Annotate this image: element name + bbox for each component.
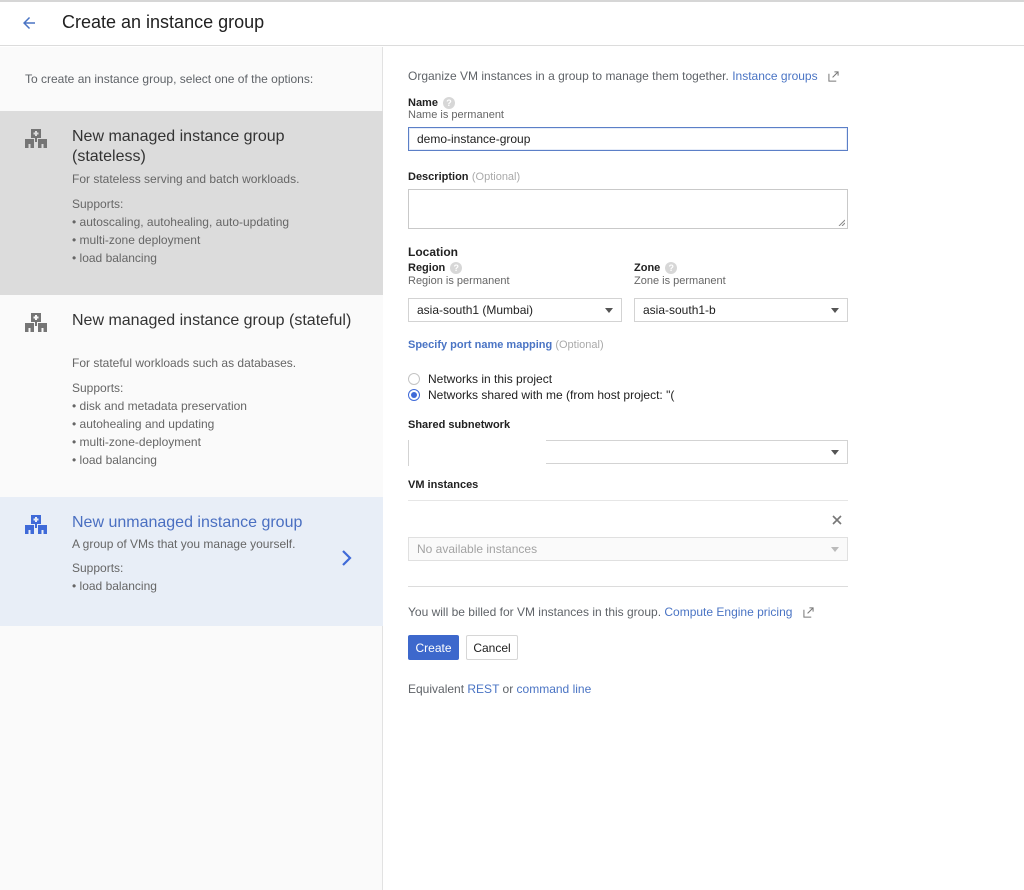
option-supports: Supports: • load balancing (72, 559, 157, 595)
caret-down-icon (605, 308, 613, 313)
supports-item: • load balancing (72, 251, 157, 265)
form-intro: Organize VM instances in a group to mana… (408, 69, 839, 83)
vm-instances-select[interactable]: No available instances (408, 537, 848, 561)
instance-groups-link[interactable]: Instance groups (732, 69, 817, 83)
region-select[interactable]: asia-south1 (Mumbai) (408, 298, 622, 322)
region-label: Region? (408, 260, 463, 274)
help-icon[interactable]: ? (665, 261, 678, 274)
radio-button[interactable] (408, 373, 420, 385)
option-description: A group of VMs that you manage yourself. (72, 537, 296, 551)
help-icon[interactable]: ? (442, 96, 455, 109)
supports-item: • disk and metadata preservation (72, 399, 247, 413)
redacted-area (408, 440, 546, 466)
radio-networks-project[interactable]: Networks in this project (408, 372, 552, 386)
close-icon[interactable] (832, 515, 842, 525)
divider (408, 500, 848, 501)
option-supports: Supports: • disk and metadata preservati… (72, 379, 247, 469)
top-bar: Create an instance group (0, 0, 1024, 46)
zone-label: Zone? (634, 260, 678, 274)
supports-item: • multi-zone-deployment (72, 435, 201, 449)
option-title: New unmanaged instance group (72, 514, 303, 531)
supports-label: Supports: (72, 561, 124, 575)
option-description: For stateful workloads such as databases… (72, 356, 297, 370)
supports-item: • load balancing (72, 579, 157, 593)
caret-down-icon (831, 547, 839, 552)
description-textarea[interactable] (408, 189, 848, 229)
option-description: For stateless serving and batch workload… (72, 172, 300, 186)
supports-label: Supports: (72, 197, 124, 211)
radio-button[interactable] (408, 389, 420, 401)
supports-item: • load balancing (72, 453, 157, 467)
option-title: New managed instance group (stateful) (72, 312, 352, 329)
billing-note: You will be billed for VM instances in t… (408, 605, 814, 619)
resize-handle-icon[interactable] (838, 219, 845, 226)
location-label: Location (408, 245, 458, 259)
caret-down-icon (831, 308, 839, 313)
radio-networks-shared[interactable]: Networks shared with me (from host proje… (408, 388, 676, 402)
shared-subnetwork-label: Shared subnetwork (408, 419, 511, 431)
divider (408, 586, 848, 587)
port-mapping-link[interactable]: Specify port name mapping (408, 339, 552, 351)
shared-subnetwork-select[interactable] (408, 440, 848, 466)
supports-item: • multi-zone deployment (72, 233, 201, 247)
supports-item: • autoscaling, autohealing, auto-updatin… (72, 215, 290, 229)
help-icon[interactable]: ? (450, 261, 463, 274)
description-label: Description (Optional) (408, 171, 521, 183)
option-supports: Supports: • autoscaling, autohealing, au… (72, 195, 289, 267)
create-button[interactable]: Create (408, 635, 459, 660)
option-managed-stateless[interactable]: New managed instance group (stateless) F… (0, 111, 383, 295)
cancel-button[interactable]: Cancel (466, 635, 518, 660)
supports-label: Supports: (72, 381, 124, 395)
pricing-link[interactable]: Compute Engine pricing (664, 605, 792, 619)
supports-item: • autohealing and updating (72, 417, 215, 431)
port-mapping: Specify port name mapping (Optional) (408, 339, 604, 351)
options-panel: To create an instance group, select one … (0, 47, 383, 890)
caret-down-icon (831, 450, 839, 455)
page-title: Create an instance group (62, 12, 265, 32)
name-label: Name? (408, 95, 455, 109)
name-hint: Name is permanent (408, 109, 504, 121)
instance-group-icon (25, 515, 47, 534)
zone-hint: Zone is permanent (634, 275, 726, 287)
instance-group-icon (25, 129, 47, 148)
options-intro: To create an instance group, select one … (25, 72, 314, 86)
region-hint: Region is permanent (408, 275, 510, 287)
chevron-right-icon (342, 550, 352, 566)
arrow-left-icon (23, 17, 35, 29)
zone-select[interactable]: asia-south1-b (634, 298, 848, 322)
command-line-link[interactable]: command line (517, 682, 592, 696)
external-link-icon (828, 71, 839, 82)
instance-group-icon (25, 313, 47, 332)
rest-link[interactable]: REST (467, 682, 499, 696)
external-link-icon (803, 607, 814, 618)
name-input[interactable]: demo-instance-group (408, 127, 848, 151)
option-unmanaged[interactable]: New unmanaged instance group A group of … (0, 497, 383, 626)
option-title: New managed instance group (stateless) (72, 128, 285, 165)
back-button[interactable] (17, 11, 41, 35)
equivalent-links: Equivalent REST or command line (408, 682, 592, 696)
vm-instances-label: VM instances (408, 479, 479, 491)
option-managed-stateful[interactable]: New managed instance group (stateful) Fo… (0, 295, 383, 497)
